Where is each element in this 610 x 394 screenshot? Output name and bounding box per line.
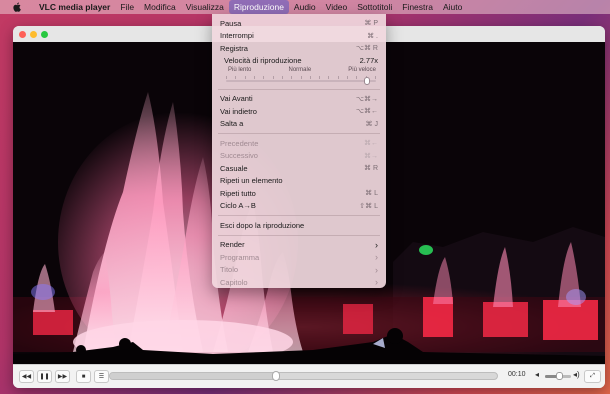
- rewind-button[interactable]: ◀◀: [19, 370, 34, 383]
- speed-value: 2.77x: [359, 55, 378, 65]
- menu-item-random[interactable]: Casuale ⌘ R: [212, 162, 386, 175]
- menu-item-exit-after-playback[interactable]: Esci dopo la riproduzione: [212, 219, 386, 232]
- chevron-right-icon: ›: [375, 277, 378, 288]
- speed-slider-ticks: [226, 75, 376, 79]
- menu-view[interactable]: Visualizza: [181, 0, 229, 14]
- menu-window[interactable]: Finestra: [397, 0, 438, 14]
- menu-item-next: Successivo ⌘→: [220, 151, 378, 161]
- menu-subtitles[interactable]: Sottotitoli: [352, 0, 397, 14]
- menu-audio[interactable]: Audio: [289, 0, 321, 14]
- fast-forward-button[interactable]: ▶▶: [55, 370, 70, 383]
- volume-low-icon[interactable]: ◂: [535, 370, 539, 379]
- speed-slider[interactable]: [226, 75, 376, 86]
- menu-separator: [218, 88, 380, 90]
- chevron-right-icon: ›: [375, 264, 378, 275]
- speed-label: Velocità di riproduzione: [224, 55, 302, 65]
- fast-forward-icon: ▶▶: [57, 374, 68, 380]
- speed-slider-track: [226, 79, 376, 82]
- menu-item-stop[interactable]: Interrompi ⌘ .: [212, 30, 386, 43]
- minimize-window-button[interactable]: [30, 30, 37, 38]
- stop-button[interactable]: ■: [76, 370, 91, 383]
- playback-controls: ◀◀ ❚❚ ▶▶ ■ ☰ 00:10 ◂ ◂) ⤢: [13, 364, 605, 388]
- menu-item-repeat-all[interactable]: Ripeti tutto ⌘ L: [212, 187, 386, 200]
- menu-item-jump-forward[interactable]: Vai Avanti ⌥⌘→: [212, 93, 386, 106]
- menu-item-program: Programma ›: [220, 252, 378, 263]
- menu-separator: [218, 215, 380, 216]
- menu-item-record[interactable]: Registra ⌥⌘ R: [212, 42, 386, 55]
- seek-bar-fill: [110, 373, 277, 379]
- menu-item-repeat-one[interactable]: Ripeti un elemento: [212, 175, 386, 188]
- menu-app-vlc[interactable]: VLC media player: [34, 0, 115, 14]
- speed-slow-label: Più lento: [228, 67, 252, 73]
- menu-help[interactable]: Aiuto: [438, 0, 467, 14]
- volume-high-icon[interactable]: ◂): [573, 370, 580, 379]
- menu-item-render[interactable]: Render ›: [212, 239, 386, 252]
- menu-item-jump-to[interactable]: Salta a ⌘ J: [212, 118, 386, 131]
- elapsed-time: 00:10: [508, 371, 526, 378]
- fullscreen-button[interactable]: ⤢: [584, 370, 601, 383]
- menu-item-jump-back[interactable]: Vai indietro ⌥⌘←: [212, 105, 386, 118]
- menu-separator: [218, 133, 380, 134]
- menu-item-pause[interactable]: Pausa ⌘ P: [212, 17, 386, 30]
- playlist-button[interactable]: ☰: [94, 370, 109, 383]
- speed-header: Velocità di riproduzione 2.77x: [212, 55, 386, 66]
- menu-file[interactable]: File: [115, 0, 139, 14]
- playlist-icon: ☰: [98, 374, 105, 380]
- chevron-right-icon: ›: [375, 252, 378, 263]
- seek-bar-knob[interactable]: [272, 371, 281, 381]
- menu-bar: VLC media player File Modifica Visualizz…: [0, 0, 610, 14]
- menu-separator: [218, 234, 380, 236]
- play-pause-icon: ❚❚: [39, 374, 50, 380]
- menu-item-title: Titolo ›: [220, 264, 378, 275]
- apple-logo-icon[interactable]: [10, 2, 24, 12]
- close-window-button[interactable]: [19, 30, 26, 38]
- menu-item-chapter: Capitolo ›: [220, 277, 378, 288]
- speed-fast-label: Più veloce: [348, 67, 376, 73]
- menu-item-previous: Precedente ⌘←: [220, 138, 378, 148]
- menu-edit[interactable]: Modifica: [139, 0, 181, 14]
- stop-icon: ■: [81, 373, 86, 380]
- speed-normal-label: Normale: [288, 67, 312, 73]
- fullscreen-icon: ⤢: [590, 373, 595, 379]
- chevron-right-icon: ›: [375, 239, 378, 250]
- zoom-window-button[interactable]: [41, 30, 48, 38]
- menu-video[interactable]: Video: [321, 0, 353, 14]
- menu-playback[interactable]: Riproduzione: [228, 0, 289, 14]
- rewind-icon: ◀◀: [21, 374, 32, 380]
- speed-scale-labels: Più lento Normale Più veloce: [212, 66, 386, 75]
- menu-item-ab-loop[interactable]: Ciclo A→B ⇧⌘ L: [212, 200, 386, 213]
- volume-slider-knob[interactable]: [556, 372, 564, 380]
- play-pause-button[interactable]: ❚❚: [37, 370, 52, 383]
- seek-bar[interactable]: [109, 371, 498, 381]
- speed-slider-knob[interactable]: [364, 76, 370, 85]
- playback-menu: Pausa ⌘ P Interrompi ⌘ . Registra ⌥⌘ R V…: [212, 14, 386, 288]
- volume-slider[interactable]: [545, 372, 571, 380]
